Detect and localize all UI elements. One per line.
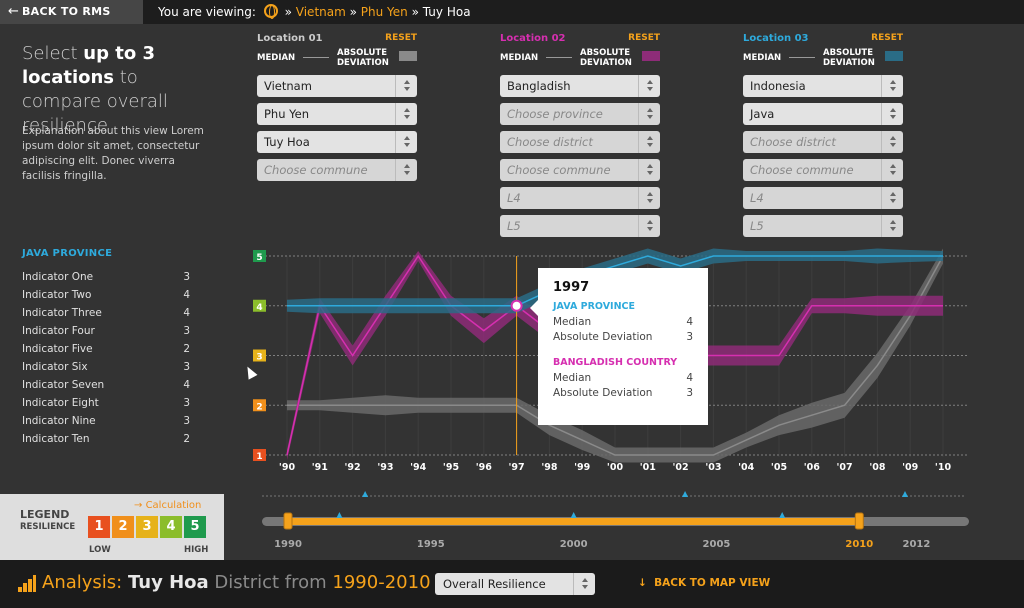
timeline-range[interactable]	[288, 518, 860, 525]
y-tick-label: 5	[256, 253, 262, 263]
calculation-label: Calculation	[145, 500, 202, 511]
x-tick-label: '90	[279, 462, 296, 473]
event-marker[interactable]	[362, 491, 369, 497]
x-tick-label: '07	[837, 462, 853, 473]
resilience-chart: 1 2 3 4 5 '90 '91 '92 '93 '94 '95 '96 '97 '98 '99 '00 '0…	[253, 248, 969, 550]
timeline-year-label: 2000	[560, 539, 588, 550]
y-tick-label: 2	[256, 402, 262, 412]
analysis-place: Tuy Hoa	[127, 572, 209, 593]
legend-high: HIGH	[184, 545, 209, 555]
event-marker[interactable]	[682, 491, 689, 497]
indicator-select[interactable]: Overall Resilience	[435, 573, 595, 595]
x-tick-label: '08	[869, 462, 886, 473]
event-marker[interactable]	[902, 491, 909, 497]
tooltip-group: JAVA PROVINCE Median 4 Absolute Deviation 3	[553, 301, 693, 345]
tooltip-median-value: 4	[686, 316, 693, 328]
tooltip-median-row: Median 4	[553, 371, 693, 386]
tooltip-deviation-row: Absolute Deviation 3	[553, 386, 693, 401]
bottom-bar: Analysis: Tuy Hoa District from 1990-201…	[0, 560, 1024, 608]
legend-level-4: 4	[160, 516, 182, 538]
tooltip-group-title: JAVA PROVINCE	[553, 301, 636, 312]
tooltip-median-row: Median 4	[553, 315, 693, 330]
tooltip-deviation-label: Absolute Deviation	[553, 331, 653, 343]
x-tick-label: '06	[804, 462, 821, 473]
y-tick-label: 4	[256, 303, 262, 313]
tooltip-group-title: BANGLADISH COUNTRY	[553, 357, 678, 368]
back-to-map-button[interactable]: ↓ BACK TO MAP VIEW	[638, 577, 770, 589]
x-tick-label: '98	[541, 462, 558, 473]
legend-subtitle: RESILIENCE	[20, 522, 76, 532]
arrow-down-icon: ↓	[638, 577, 655, 589]
range-start-handle[interactable]	[283, 512, 293, 530]
tooltip-groups: JAVA PROVINCE Median 4 Absolute Deviation 3 B…	[553, 301, 693, 401]
legend-panel: LEGEND RESILIENCE → Calculation 12345 LO…	[0, 494, 224, 560]
tooltip-deviation-value: 3	[686, 387, 693, 399]
back-to-map-label: BACK TO MAP VIEW	[654, 577, 771, 589]
x-tick-label: '01	[640, 462, 656, 473]
legend-low: LOW	[89, 545, 111, 555]
x-axis: '90 '91 '92 '93 '94 '95 '96 '97 '98 '99 '00 '01 '02 '…	[279, 462, 952, 473]
x-tick-label: '91	[312, 462, 328, 473]
analysis-label: Analysis:	[42, 572, 123, 593]
x-tick-label: '99	[574, 462, 590, 473]
indicator-select-value: Overall Resilience	[443, 577, 546, 591]
arrow-right-icon: →	[134, 500, 146, 511]
x-tick-label: '93	[377, 462, 393, 473]
tooltip-deviation-value: 3	[686, 331, 693, 343]
legend-level-3: 3	[136, 516, 158, 538]
highlight-point[interactable]	[510, 299, 523, 312]
x-tick-label: '95	[443, 462, 459, 473]
x-tick-label: '10	[935, 462, 952, 473]
event-marker[interactable]	[779, 512, 786, 518]
timeline: 1990 1995 2000 2005 2010 2012	[262, 491, 969, 550]
x-tick-label: '03	[705, 462, 721, 473]
tooltip-median-label: Median	[553, 372, 592, 384]
x-tick-label: '96	[476, 462, 493, 473]
timeline-year-label: 2010	[845, 539, 873, 550]
analysis-district-text: District from	[214, 572, 327, 593]
x-tick-label: '92	[345, 462, 361, 473]
legend-level-5: 5	[184, 516, 206, 538]
x-tick-label: '04	[738, 462, 755, 473]
event-marker[interactable]	[336, 512, 343, 518]
y-tick-label: 1	[256, 452, 262, 462]
event-marker[interactable]	[570, 512, 577, 518]
analysis-heading: Analysis: Tuy Hoa District from 1990-201…	[42, 572, 431, 593]
tooltip-group: BANGLADISH COUNTRY Median 4 Absolute Deviat…	[553, 357, 693, 401]
x-tick-label: '05	[771, 462, 787, 473]
tooltip-deviation-label: Absolute Deviation	[553, 387, 653, 399]
analysis-years: 1990-2010	[332, 572, 431, 593]
timeline-year-label: 2005	[703, 539, 731, 550]
chart-tooltip: 1997 JAVA PROVINCE Median 4 Absolute Deviat…	[530, 268, 708, 425]
tooltip-deviation-row: Absolute Deviation 3	[553, 330, 693, 345]
select-arrows-icon	[573, 573, 595, 595]
bar-chart-icon	[18, 575, 36, 592]
timeline-year-label: 1995	[417, 539, 445, 550]
timeline-year-label: 2012	[903, 539, 931, 550]
tooltip-median-value: 4	[686, 372, 693, 384]
x-tick-label: '94	[410, 462, 427, 473]
legend-level-2: 2	[112, 516, 134, 538]
y-tick-label: 3	[256, 353, 262, 363]
timeline-year-label: 1990	[274, 539, 302, 550]
legend-title: LEGEND	[20, 508, 70, 521]
x-tick-label: '02	[673, 462, 689, 473]
tooltip-median-label: Median	[553, 316, 592, 328]
x-tick-label: '00	[607, 462, 624, 473]
tooltip-year: 1997	[553, 280, 590, 295]
x-tick-label: '97	[509, 462, 525, 473]
legend-level-1: 1	[88, 516, 110, 538]
range-end-handle[interactable]	[854, 512, 864, 530]
calculation-link[interactable]: → Calculation	[134, 500, 201, 511]
x-tick-label: '09	[902, 462, 918, 473]
resilience-compare-view: ← BACK TO RMS You are viewing: » Vietnam…	[0, 0, 1024, 608]
